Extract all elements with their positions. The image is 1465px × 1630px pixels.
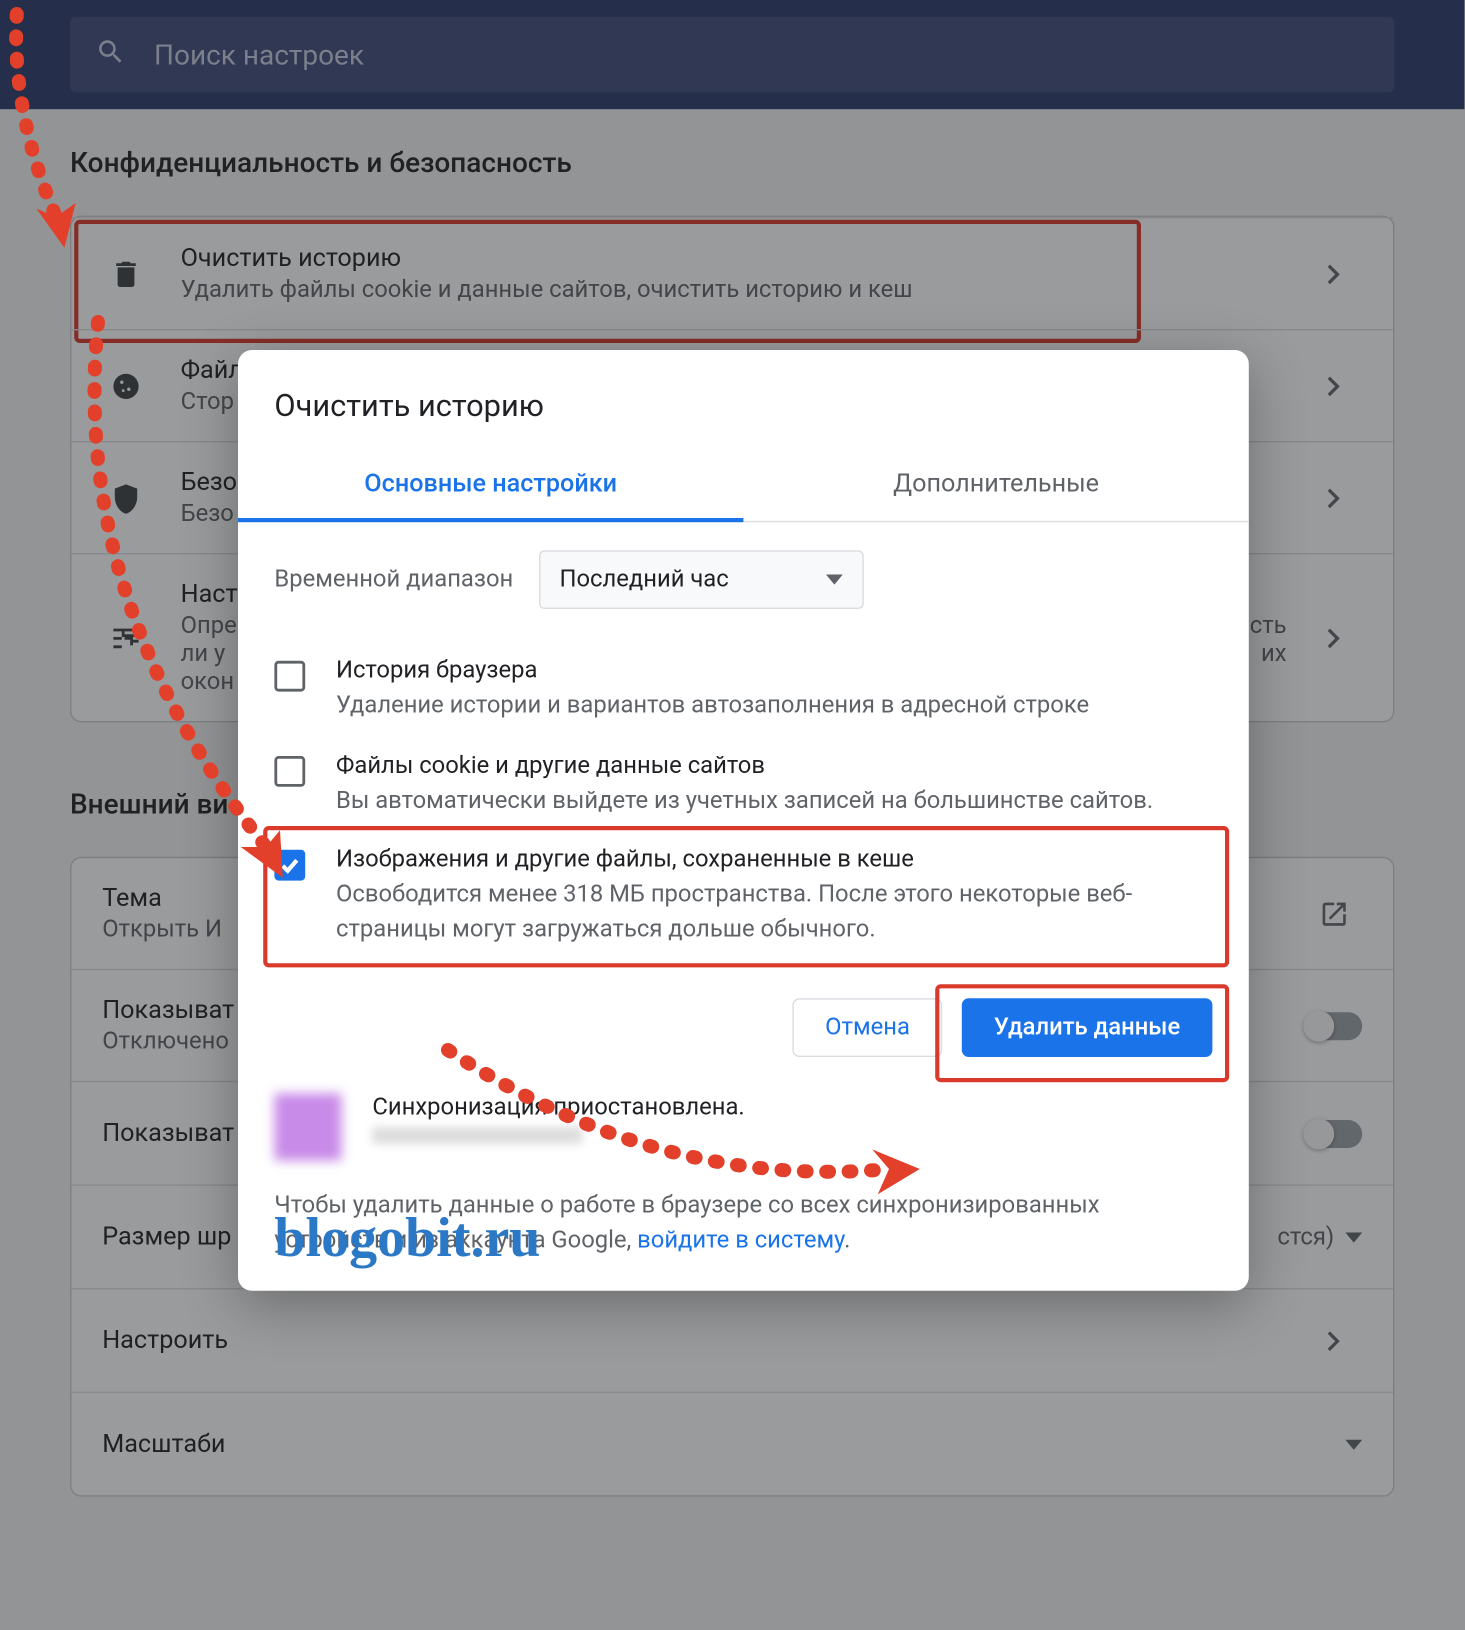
sync-email-blurred [372, 1126, 582, 1143]
tab-advanced[interactable]: Дополнительные [743, 449, 1248, 520]
check-title: Изображения и другие файлы, сохраненные … [336, 846, 1212, 874]
check-title: Файлы cookie и другие данные сайтов [336, 751, 1212, 779]
clear-history-dialog: Очистить историю Основные настройки Допо… [238, 350, 1249, 1290]
sign-in-link[interactable]: войдите в систему [637, 1226, 844, 1254]
watermark: blogobit.ru [274, 1204, 540, 1270]
checkbox-cache[interactable] [274, 850, 305, 881]
avatar [274, 1093, 341, 1160]
check-sub: Удаление истории и вариантов автозаполне… [336, 689, 1212, 723]
check-title: История браузера [336, 657, 1212, 685]
checkbox-history[interactable] [274, 661, 305, 692]
check-sub: Освободится менее 318 МБ пространства. П… [336, 878, 1212, 947]
checkbox-cookies[interactable] [274, 755, 305, 786]
cancel-button[interactable]: Отмена [793, 998, 942, 1057]
dialog-title: Очистить историю [238, 384, 1249, 450]
time-range-label: Временной диапазон [274, 566, 513, 594]
confirm-button[interactable]: Удалить данные [962, 998, 1213, 1057]
check-sub: Вы автоматически выйдете из учетных запи… [336, 783, 1212, 817]
check-row-cache[interactable]: Изображения и другие файлы, сохраненные … [238, 832, 1249, 961]
sync-title: Синхронизация приостановлена. [372, 1093, 1212, 1121]
check-row-cookies[interactable]: Файлы cookie и другие данные сайтов Вы а… [238, 737, 1249, 832]
check-row-history[interactable]: История браузера Удаление истории и вари… [238, 643, 1249, 738]
tab-basic[interactable]: Основные настройки [238, 449, 743, 522]
dialog-tabs: Основные настройки Дополнительные [238, 449, 1249, 522]
time-range-select[interactable]: Последний час [538, 550, 864, 609]
sync-status-row: Синхронизация приостановлена. [238, 1082, 1249, 1180]
